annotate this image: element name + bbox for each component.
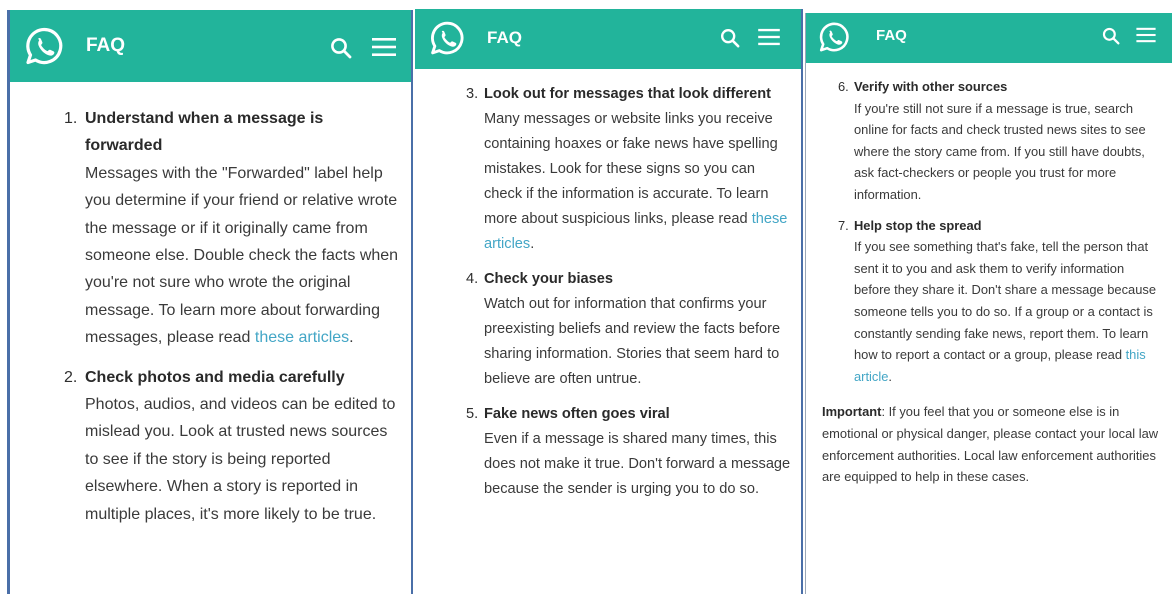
faq-item-3: 3. Look out for messages that look diffe… [466,82,793,257]
item-number: 3. [466,86,479,102]
faq-content: 6. Verify with other sources If you're s… [822,76,1164,488]
faq-content: 1. Understand when a message is forwarde… [64,105,403,540]
faq-list: 1. Understand when a message is forwarde… [64,105,403,528]
item-title: Look out for messages that look differen… [484,86,772,102]
whatsapp-logo-icon[interactable] [24,26,64,66]
item-text: Even if a message is shared many times, … [484,431,791,497]
faq-list: 3. Look out for messages that look diffe… [466,82,793,502]
item-title: Fake news often goes viral [484,406,670,422]
item-number: 7. [838,217,849,233]
item-number: 4. [466,271,479,287]
faq-list: 6. Verify with other sources If you're s… [838,76,1164,387]
search-icon[interactable] [720,28,740,48]
menu-icon[interactable] [1136,27,1156,43]
item-title: Understand when a message is forwarded [85,110,324,155]
faq-item-6: 6. Verify with other sources If you're s… [838,76,1164,206]
item-number: 5. [466,406,479,422]
page-title: FAQ [487,28,522,47]
item-text: If you're still not sure if a message is… [854,100,1146,202]
important-notice: Important: If you feel that you or someo… [822,401,1164,487]
item-text: Photos, audios, and videos can be edited… [85,396,396,523]
faq-content: 3. Look out for messages that look diffe… [466,82,793,512]
app-bar: FAQ [10,10,411,82]
item-title: Check your biases [484,271,613,287]
item-number: 6. [838,79,849,94]
item-text: Messages with the "Forwarded" label help… [85,164,399,347]
faq-item-5: 5. Fake news often goes viral Even if a … [466,402,793,502]
page-title: FAQ [86,35,126,56]
menu-icon[interactable] [758,28,780,46]
item-text: Watch out for information that confirms … [484,296,781,387]
whatsapp-logo-icon[interactable] [818,21,850,53]
search-icon[interactable] [330,37,352,59]
faq-item-2: 2. Check photos and media carefully Phot… [64,364,403,528]
menu-icon[interactable] [372,37,396,57]
item-title: Verify with other sources [854,79,1008,94]
item-number: 2. [64,368,78,386]
faq-screen-2: FAQ 3. Look out for messages that look d… [415,9,803,594]
faq-screen-3: FAQ 6. Verify with other sources If you'… [805,13,1172,594]
whatsapp-logo-icon[interactable] [429,20,465,56]
search-icon[interactable] [1102,27,1120,45]
faq-screen-1: FAQ 1. Understand when a message is forw… [7,10,413,594]
these-articles-link[interactable]: these articles [255,329,349,346]
item-text: If you see something that's fake, tell t… [854,239,1156,384]
app-bar: FAQ [415,9,801,69]
item-text: Many messages or website links you recei… [484,111,788,252]
app-bar: FAQ [806,13,1172,63]
faq-item-1: 1. Understand when a message is forwarde… [64,105,403,352]
faq-item-7: 7. Help stop the spread If you see somet… [838,215,1164,388]
item-title: Help stop the spread [854,217,982,233]
item-number: 1. [64,110,78,127]
item-title: Check photos and media carefully [85,368,345,386]
page-title: FAQ [876,27,907,44]
important-label: Important [822,404,882,420]
faq-item-4: 4. Check your biases Watch out for infor… [466,267,793,392]
